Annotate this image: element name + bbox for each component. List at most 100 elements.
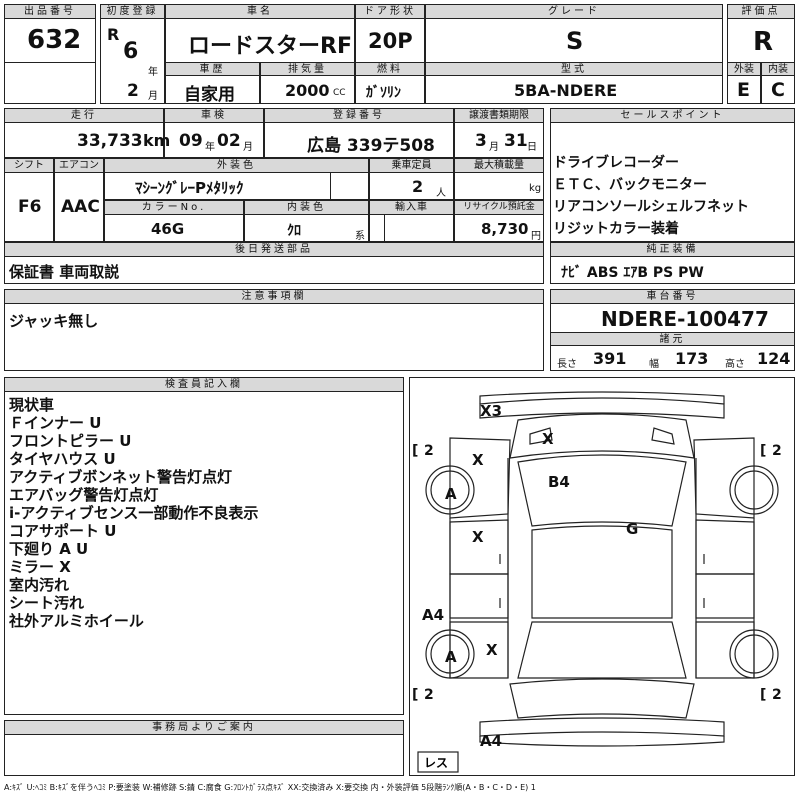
- rf-door: [695, 519, 755, 575]
- rear-glass: [517, 621, 687, 679]
- person-unit: 人: [436, 188, 446, 199]
- inspector-notes-list: 現状車 Ｆインナー U フロントピラー U タイヤハウス U アクティブボンネッ…: [9, 396, 258, 630]
- car-outline: X3 X X B4 G X A4 X A4 A A [ 2 [ 2 [ 2 [ …: [412, 391, 782, 773]
- office-cell: [4, 734, 404, 776]
- ext-color-value: ﾏｼｰﾝｸﾞﾚｰPﾒﾀﾘｯｸ: [135, 179, 244, 197]
- chassis-header: 車台番号: [550, 289, 795, 304]
- year-unit: 年: [148, 67, 158, 78]
- model-header: 型式: [425, 62, 723, 76]
- transfer-day: 31: [504, 131, 528, 151]
- divider: [384, 215, 385, 241]
- shift-value: F6: [18, 197, 42, 217]
- history-cell: 自家用: [165, 75, 260, 105]
- height-label: 高さ: [725, 359, 745, 370]
- mark-windshield: B4: [548, 473, 570, 491]
- width-label: 幅: [649, 359, 659, 370]
- lot-blank-cell: [4, 62, 96, 104]
- divider: [330, 173, 331, 199]
- era-mark: R: [107, 25, 120, 44]
- mark-lf: X: [472, 451, 484, 469]
- later-parts-header: 後日発送部品: [4, 242, 544, 257]
- transfer-month: 3: [475, 131, 487, 151]
- fuel-cell: ｶﾞｿﾘﾝ: [355, 75, 425, 104]
- car-name-cell: ロードスターRF: [165, 18, 355, 63]
- length-value: 391: [593, 349, 627, 368]
- reg-month: 2: [127, 81, 139, 101]
- mark-lr: X: [486, 641, 498, 659]
- color-no-cell: 46G: [104, 214, 244, 242]
- later-parts-value: 保証書 車両取説: [9, 263, 120, 281]
- insp-year: 09: [179, 131, 203, 151]
- ext-color-header: 外装色: [104, 158, 369, 173]
- later-parts-cell: 保証書 車両取説: [4, 256, 544, 284]
- tread-bracket-rf: [: [760, 443, 766, 459]
- int-color-cell: ｸﾛ 系: [244, 214, 369, 242]
- color-no-header: カラーNo.: [104, 200, 244, 215]
- inspector-note: 室内汚れ: [9, 576, 70, 594]
- mark-lrq: A4: [422, 606, 444, 624]
- max-load-cell: kg: [454, 172, 544, 200]
- rr-quarter: [695, 621, 755, 679]
- inspector-note: シート汚れ: [9, 594, 85, 612]
- transfer-month-unit: 月: [489, 142, 499, 153]
- inspector-note: 下廻り A U: [9, 540, 89, 558]
- mark-front: X3: [480, 402, 502, 420]
- ac-header: エアコン: [54, 158, 104, 173]
- recycle-value: 8,730: [481, 220, 529, 238]
- lot-number: 632: [27, 25, 82, 55]
- displacement-cell: 2000 CC: [260, 75, 355, 104]
- std-equip-header: 純正装備: [550, 242, 795, 257]
- door-header: ドア形状: [355, 4, 425, 19]
- ext-grade-cell: E: [727, 75, 761, 104]
- fuel-value: ｶﾞｿﾘﾝ: [366, 85, 401, 101]
- inspector-header: 検査員記入欄: [4, 377, 404, 392]
- dims-cell: 長さ 391 幅 173 高さ 124: [550, 345, 795, 371]
- windshield: [517, 454, 687, 527]
- std-equip-value: ﾅﾋﾞ ABS ｴｱB PS PW: [561, 265, 704, 281]
- inspector-note: コアサポート U: [9, 522, 117, 540]
- ext-grade: E: [737, 79, 750, 101]
- ac-value: AAC: [61, 197, 100, 217]
- door-cell: 20P: [355, 18, 425, 63]
- day-unit: 日: [527, 142, 537, 153]
- tread-rr: 2: [772, 687, 782, 703]
- inspector-cell: 現状車 Ｆインナー U フロントピラー U タイヤハウス U アクティブボンネッ…: [4, 391, 404, 715]
- inspection-header: 車検: [164, 108, 264, 123]
- inspector-note: エアバッグ警告灯点灯: [9, 486, 159, 504]
- notes-value: ジャッキ無し: [9, 312, 99, 330]
- color-no-value: 46G: [151, 220, 185, 238]
- mark-lr-tire: A: [445, 648, 457, 666]
- roof: [531, 525, 673, 619]
- transfer-header: 譲渡書類期限: [454, 108, 544, 123]
- notes-cell: ジャッキ無し: [4, 303, 544, 371]
- shift-header: シフト: [4, 158, 54, 173]
- office-header: 事務局よりご案内: [4, 720, 404, 735]
- int-grade-cell: C: [761, 75, 795, 104]
- inspector-note: アクティブボンネット警告灯点灯: [9, 468, 233, 486]
- tread-lr: 2: [424, 687, 434, 703]
- model-value: 5BA-NDERE: [514, 81, 618, 100]
- int-grade: C: [771, 79, 785, 101]
- sales-point-list: ドライブレコーダー ＥＴＣ、バックモニター リアコンソールシェルフネット リジッ…: [553, 152, 749, 240]
- first-reg-header: 初度登録: [100, 4, 165, 19]
- lot-no-cell: 632: [4, 18, 96, 63]
- width-value: 173: [675, 349, 709, 368]
- capacity-cell: 2 人: [369, 172, 454, 200]
- insp-year-unit: 年: [205, 142, 215, 153]
- chassis-value: NDERE-100477: [601, 307, 769, 331]
- chassis-cell: NDERE-100477: [550, 303, 795, 333]
- mileage-header: 走行: [4, 108, 164, 123]
- sales-point-cell: ドライブレコーダー ＥＴＣ、バックモニター リアコンソールシェルフネット リジッ…: [550, 122, 795, 242]
- spare-label: レス: [424, 756, 448, 770]
- car-diagram: X3 X X B4 G X A4 X A4 A A [ 2 [ 2 [ 2 [ …: [409, 377, 795, 776]
- import-header: 輸入車: [369, 200, 454, 215]
- trunk: [509, 678, 695, 719]
- int-header: 内装: [761, 62, 795, 76]
- notes-header: 注意事項欄: [4, 289, 544, 304]
- model-cell: 5BA-NDERE: [425, 75, 723, 104]
- rear-bumper: [479, 717, 725, 737]
- insp-month: 02: [217, 131, 241, 151]
- reg-no-cell: 広島 339テ508: [264, 122, 454, 158]
- history-header: 車歴: [165, 62, 260, 76]
- grade-value: S: [566, 27, 584, 55]
